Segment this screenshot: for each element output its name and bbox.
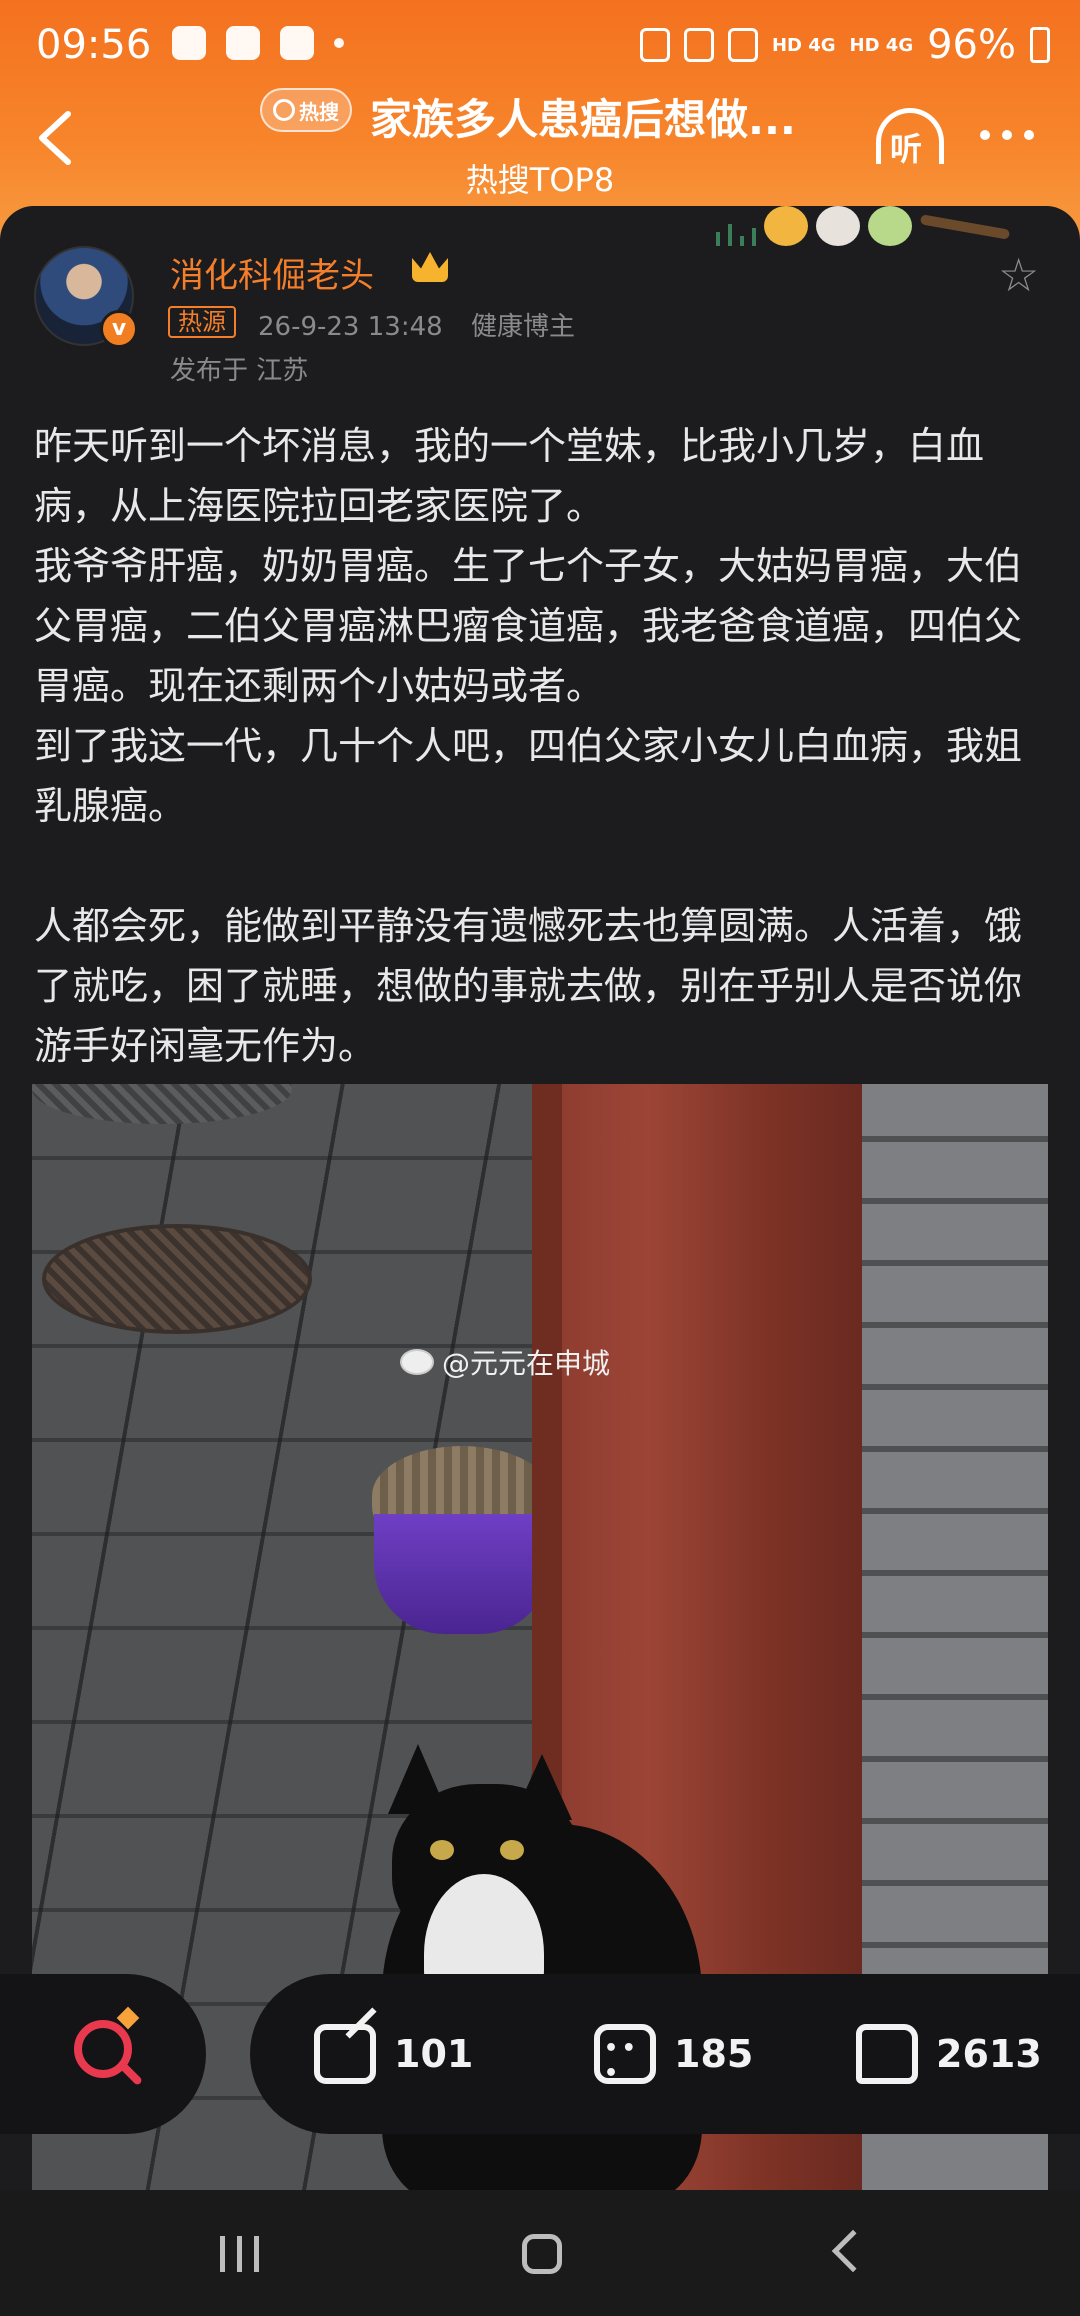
status-time: 09:56 — [36, 22, 152, 68]
wechat-icon — [172, 26, 206, 60]
search-icon — [273, 99, 295, 121]
share-icon — [314, 2024, 376, 2084]
chick-sticker-icon — [764, 206, 808, 246]
alarm-icon — [683, 28, 714, 62]
comment-button[interactable]: 185 — [594, 2024, 754, 2086]
system-nav-bar — [0, 2190, 1080, 2316]
verified-badge-icon: v — [100, 310, 138, 348]
post-paragraph: 人都会死，能做到平静没有遗憾死去也算圆满。人活着，饿了就吃，困了就睡，想做的事就… — [34, 904, 1023, 1068]
share-count: 101 — [394, 2032, 474, 2076]
message-icon — [280, 26, 314, 60]
branch-sticker-icon — [919, 214, 1011, 240]
hot-source-tag: 热源 — [168, 306, 236, 338]
system-status: HD 4G HD 4G 96% — [639, 22, 1050, 68]
battery-icon — [1030, 27, 1050, 63]
share-button[interactable]: 101 — [314, 2024, 473, 2084]
page-title[interactable]: 家族多人患癌后想做... — [370, 86, 796, 147]
recent-apps-icon[interactable] — [220, 2236, 259, 2272]
favorite-star-icon[interactable]: ☆ — [998, 252, 1048, 302]
image-purple-bowl — [374, 1514, 550, 1634]
wifi-icon — [727, 28, 758, 62]
more-notifications-dot-icon — [334, 38, 344, 48]
image-watermark: @元元在申城 — [400, 1342, 610, 1382]
notification-icons — [172, 26, 344, 60]
decoration-banner — [716, 206, 1011, 246]
image-manhole — [42, 1224, 312, 1334]
listen-label: 听 — [890, 130, 923, 168]
hot-search-badge-label: 热搜 — [299, 99, 339, 124]
bottom-action-bar: 101 185 2613 — [0, 1974, 1080, 2134]
network-indicator-2: HD 4G — [849, 34, 914, 56]
gallery-icon — [226, 26, 260, 60]
network-indicator-1: HD 4G — [771, 34, 836, 56]
post-body: 昨天听到一个坏消息，我的一个堂妹，比我小几岁，白血病，从上海医院拉回老家医院了。… — [34, 416, 1044, 1076]
post-meta: 26-9-23 13:48 健康博主 — [258, 306, 575, 343]
weibo-logo-icon — [400, 1349, 434, 1375]
listen-button[interactable]: 听 — [872, 106, 948, 170]
cup-sticker-icon — [816, 206, 860, 246]
egg-sticker-icon — [868, 206, 912, 246]
crown-icon — [412, 252, 448, 282]
ai-search-button[interactable] — [0, 1974, 206, 2134]
comment-icon — [594, 2024, 656, 2086]
post-location: 发布于 江苏 — [170, 356, 309, 386]
sim-icon — [639, 28, 670, 62]
post-actions: 101 185 2613 — [250, 1974, 1080, 2134]
top-header: 09:56 HD 4G HD 4G 96% 热搜 家族多人患癌后想做... 热搜… — [0, 0, 1080, 240]
author-name[interactable]: 消化科倔老头 — [170, 248, 374, 297]
hot-search-badge: 热搜 — [260, 88, 352, 132]
like-count: 2613 — [936, 2032, 1042, 2076]
status-bar: 09:56 HD 4G HD 4G 96% — [0, 0, 1080, 96]
more-options-button[interactable] — [980, 130, 1034, 140]
author-role: 健康博主 — [470, 312, 575, 342]
back-icon[interactable] — [831, 2229, 875, 2273]
post-paragraph: 我爷爷肝癌，奶奶胃癌。生了七个子女，大姑妈胃癌，大伯父胃癌，二伯父胃癌淋巴瘤食道… — [34, 544, 1023, 708]
home-icon[interactable] — [522, 2234, 562, 2274]
thumbs-up-icon — [856, 2024, 918, 2084]
post-paragraph: 昨天听到一个坏消息，我的一个堂妹，比我小几岁，白血病，从上海医院拉回老家医院了。 — [34, 424, 985, 528]
watermark-text: @元元在申城 — [442, 1347, 611, 1380]
like-button[interactable]: 2613 — [856, 2024, 1042, 2084]
comment-count: 185 — [674, 2032, 754, 2076]
battery-percent: 96% — [927, 22, 1016, 68]
post-card: v 消化科倔老头 ☆ 热源 26-9-23 13:48 健康博主 发布于 江苏 … — [0, 206, 1080, 2190]
post-paragraph: 到了我这一代，几十个人吧，四伯父家小女儿白血病，我姐乳腺癌。 — [34, 724, 1023, 828]
post-timestamp: 26-9-23 13:48 — [258, 312, 443, 342]
